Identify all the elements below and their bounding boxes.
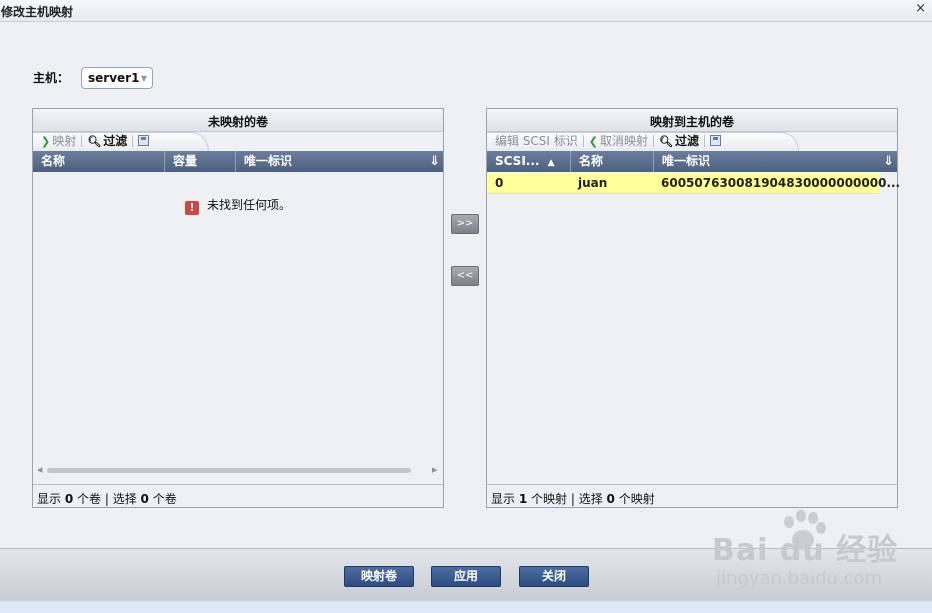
watermark-url: jingyan.baidu.com [716, 568, 883, 589]
save-icon [710, 135, 722, 146]
search-icon: 🔍︎ [659, 135, 673, 148]
status-bar: 显示 1 个映射 | 选择 0 个映射 [487, 484, 897, 507]
baidu-watermark: Bai du 经验 jingyan.baidu.com [712, 510, 927, 595]
column-header-uid[interactable]: 唯一标识 [236, 151, 426, 172]
watermark-logo: Bai du 经验 [712, 533, 899, 568]
table-header: 名称 容量 唯一标识 ⇓ [33, 151, 443, 172]
map-volume-button[interactable]: 映射卷 [344, 566, 414, 587]
toolbar: ❯ 映射 🔍︎ 过滤 [33, 132, 443, 151]
table-body: ! 未找到任何项。 ◀ ▶ [33, 172, 443, 474]
column-header-capacity[interactable]: 容量 [165, 151, 236, 172]
host-select-value: server1 [88, 71, 140, 85]
cell-scsi: 0 [495, 176, 504, 190]
search-icon: 🔍︎ [87, 135, 102, 148]
save-icon [138, 135, 150, 146]
edit-scsi-id-button[interactable]: 编辑 SCSI 标识 [490, 132, 583, 150]
shown-count: 1 [518, 492, 528, 506]
window-title: 修改主机映射 [1, 5, 74, 19]
chevron-down-icon: ▼ [140, 74, 147, 83]
chevron-right-icon: ❯ [41, 135, 51, 148]
apply-button[interactable]: 应用 [431, 566, 501, 587]
horizontal-scrollbar[interactable]: ◀ ▶ [33, 464, 443, 476]
empty-message: ! 未找到任何项。 [185, 196, 291, 215]
close-button[interactable]: 关闭 [519, 566, 589, 587]
filter-button[interactable]: 🔍︎ 过滤 [654, 132, 704, 150]
title-bar: 修改主机映射 × [0, 0, 932, 22]
error-icon: ! [185, 201, 199, 215]
unmap-button[interactable]: ❮ 取消映射 [584, 132, 653, 150]
column-header-name[interactable]: 名称 [571, 151, 654, 172]
unmapped-volumes-panel: 未映射的卷 ❯ 映射 🔍︎ 过滤 名称 容量 唯一标识 ⇓ ! 未找到任何项。 ◀ ▶ … [32, 108, 444, 508]
column-header-name[interactable]: 名称 [33, 151, 165, 172]
selected-count: 0 [606, 492, 615, 506]
cell-name: juan [578, 176, 608, 190]
scrollbar-thumb[interactable] [47, 468, 411, 473]
table-row[interactable]: 0 juan 600507630081904830000000000... [487, 173, 900, 194]
map-button[interactable]: ❯ 映射 [36, 132, 81, 150]
selected-count: 0 [140, 492, 149, 506]
scroll-left-icon[interactable]: ◀ [37, 464, 42, 476]
host-label: 主机： [33, 71, 70, 85]
column-options-icon[interactable]: ⇓ [429, 151, 440, 172]
cell-uid: 600507630081904830000000000... [661, 176, 901, 190]
close-icon[interactable]: × [915, 1, 926, 16]
filter-button[interactable]: 🔍︎ 过滤 [82, 132, 132, 150]
remove-mapping-button[interactable]: << [451, 266, 479, 286]
column-header-uid[interactable]: 唯一标识 [654, 151, 880, 172]
toolbar: 编辑 SCSI 标识 ❮ 取消映射 🔍︎ 过滤 [487, 132, 897, 151]
shown-count: 0 [64, 492, 74, 506]
scroll-right-icon[interactable]: ▶ [432, 464, 437, 476]
table-body: 0 juan 600507630081904830000000000... [487, 172, 900, 464]
save-button[interactable] [133, 132, 156, 150]
bottom-strip [0, 600, 932, 613]
status-bar: 显示 0 个卷 | 选择 0 个卷 [33, 484, 443, 507]
add-mapping-button[interactable]: >> [451, 214, 479, 234]
panel-title: 未映射的卷 [33, 109, 443, 132]
column-header-scsi[interactable]: SCSI... ▲ [487, 151, 571, 172]
panel-title: 映射到主机的卷 [487, 109, 897, 132]
column-options-icon[interactable]: ⇓ [883, 151, 894, 172]
host-select[interactable]: server1 ▼ [81, 67, 153, 89]
save-button[interactable] [705, 132, 728, 150]
mapped-volumes-panel: 映射到主机的卷 编辑 SCSI 标识 ❮ 取消映射 🔍︎ 过滤 SCSI... ▲ 名称… [486, 108, 900, 508]
table-header: SCSI... ▲ 名称 唯一标识 ⇓ [487, 151, 897, 172]
sort-ascending-icon: ▲ [547, 158, 555, 168]
chevron-left-icon: ❮ [588, 135, 599, 148]
